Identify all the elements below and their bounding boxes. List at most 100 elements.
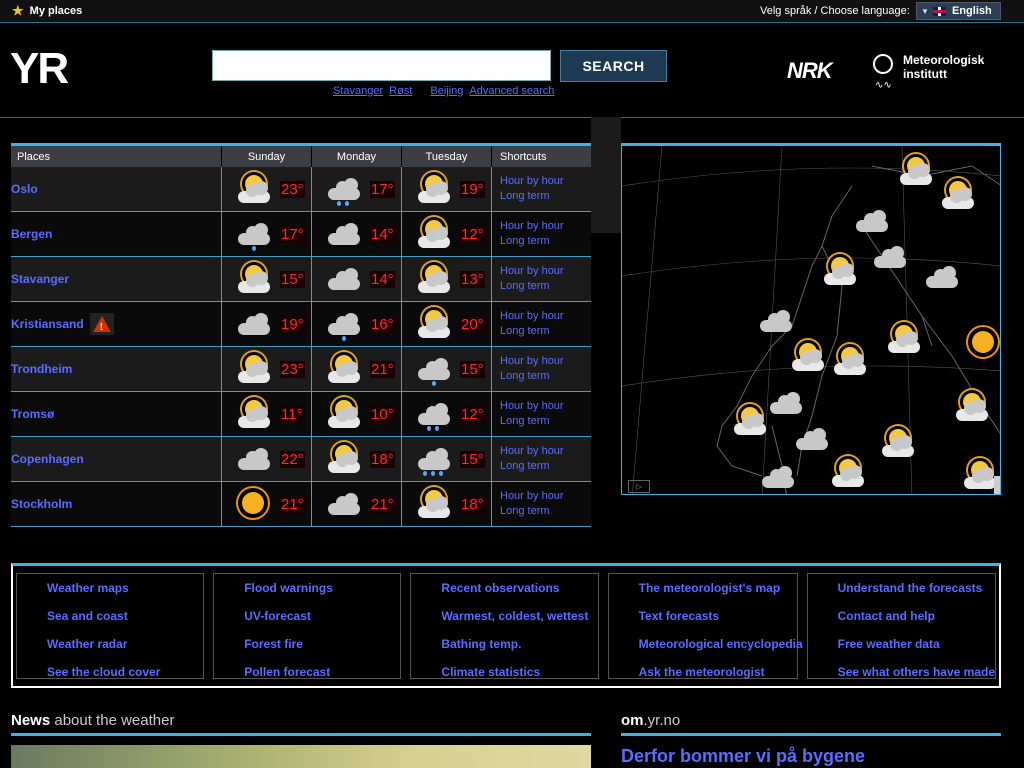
day-cell[interactable]: 14° <box>311 212 401 256</box>
nrk-logo[interactable]: NRK <box>787 58 833 84</box>
nav-link[interactable]: UV-forecast <box>244 608 400 625</box>
day-cell[interactable]: 14° <box>311 257 401 301</box>
play-icon[interactable]: ▷ <box>628 480 650 493</box>
map-weather-marker[interactable] <box>886 322 922 356</box>
day-cell[interactable]: 17° <box>221 212 311 256</box>
map-weather-marker[interactable] <box>898 154 934 188</box>
day-cell[interactable]: 19° <box>401 167 491 211</box>
map-weather-marker[interactable] <box>760 460 796 494</box>
nav-link[interactable]: See what others have made <box>838 664 995 681</box>
day-cell[interactable]: 10° <box>311 392 401 436</box>
search-input[interactable] <box>212 50 551 81</box>
day-cell[interactable]: 20° <box>401 302 491 346</box>
quick-link-stavanger[interactable]: Stavanger <box>333 85 383 97</box>
day-cell[interactable]: 21° <box>311 347 401 391</box>
day-cell[interactable]: 22° <box>221 437 311 481</box>
long-term-link[interactable]: Long term <box>500 279 591 294</box>
nav-link[interactable]: Recent observations <box>441 580 597 597</box>
map-weather-marker[interactable] <box>940 178 976 212</box>
map-weather-marker[interactable] <box>794 422 830 456</box>
hour-by-hour-link[interactable]: Hour by hour <box>500 444 591 459</box>
place-link[interactable]: Bergen <box>11 227 52 241</box>
place-link[interactable]: Oslo <box>11 182 38 196</box>
day-cell[interactable]: 15° <box>401 347 491 391</box>
nav-link[interactable]: Bathing temp. <box>441 636 597 653</box>
map-weather-marker[interactable] <box>732 404 768 438</box>
news-image[interactable] <box>11 745 591 768</box>
nav-link[interactable]: Meteorological encyclopedia <box>639 636 803 653</box>
nav-link[interactable]: Understand the forecasts <box>838 580 995 597</box>
my-places-link[interactable]: ★ My places <box>12 4 82 17</box>
nav-link[interactable]: Warmest, coldest, wettest <box>441 608 597 625</box>
hour-by-hour-link[interactable]: Hour by hour <box>500 174 591 189</box>
day-cell[interactable]: 15° <box>401 437 491 481</box>
day-cell[interactable]: 17° <box>311 167 401 211</box>
day-cell[interactable]: 13° <box>401 257 491 301</box>
long-term-link[interactable]: Long term <box>500 459 591 474</box>
day-cell[interactable]: 21° <box>311 482 401 526</box>
map-weather-marker[interactable] <box>880 426 916 460</box>
nav-link[interactable]: Text forecasts <box>639 608 797 625</box>
day-cell[interactable]: 19° <box>221 302 311 346</box>
nav-link[interactable]: Flood warnings <box>244 580 400 597</box>
map-weather-marker[interactable] <box>768 386 804 420</box>
map-weather-marker[interactable] <box>758 304 794 338</box>
map-scrollbar[interactable] <box>994 476 1000 494</box>
place-link[interactable]: Copenhagen <box>11 452 84 466</box>
nav-link[interactable]: See the cloud cover <box>47 664 203 681</box>
yr-logo[interactable]: YR <box>10 46 69 92</box>
quick-link-rost[interactable]: Røst <box>389 85 412 97</box>
place-link[interactable]: Trondheim <box>11 362 72 376</box>
advanced-search-link[interactable]: Advanced search <box>469 85 554 97</box>
place-link[interactable]: Tromsø <box>11 407 54 421</box>
map-weather-marker[interactable] <box>854 204 890 238</box>
place-link[interactable]: Kristiansand <box>11 317 84 331</box>
hour-by-hour-link[interactable]: Hour by hour <box>500 354 591 369</box>
map-weather-marker[interactable] <box>966 326 1000 360</box>
nav-link[interactable]: Climate statistics <box>441 664 597 681</box>
map-weather-marker[interactable] <box>822 254 858 288</box>
met-institute-logo[interactable]: Meteorologisk institutt <box>873 53 984 81</box>
long-term-link[interactable]: Long term <box>500 414 591 429</box>
day-cell[interactable]: 21° <box>221 482 311 526</box>
day-cell[interactable]: 18° <box>401 482 491 526</box>
day-cell[interactable]: 23° <box>221 167 311 211</box>
om-headline-link[interactable]: Derfor bommer vi på bygene <box>621 746 865 767</box>
place-link[interactable]: Stockholm <box>11 497 72 511</box>
hour-by-hour-link[interactable]: Hour by hour <box>500 264 591 279</box>
nav-link[interactable]: Contact and help <box>838 608 995 625</box>
day-cell[interactable]: 11° <box>221 392 311 436</box>
warning-icon[interactable] <box>89 313 114 335</box>
day-cell[interactable]: 16° <box>311 302 401 346</box>
map-weather-marker[interactable] <box>790 340 826 374</box>
place-link[interactable]: Stavanger <box>11 272 69 286</box>
hour-by-hour-link[interactable]: Hour by hour <box>500 399 591 414</box>
day-cell[interactable]: 23° <box>221 347 311 391</box>
nav-link[interactable]: Forest fire <box>244 636 400 653</box>
nav-link[interactable]: Free weather data <box>838 636 995 653</box>
map-weather-marker[interactable] <box>830 456 866 490</box>
day-cell[interactable]: 15° <box>221 257 311 301</box>
language-select[interactable]: ▼ English <box>916 2 1001 20</box>
map-weather-marker[interactable] <box>832 344 868 378</box>
nav-link[interactable]: The meteorologist's map <box>639 580 797 597</box>
map-weather-marker[interactable] <box>924 260 960 294</box>
long-term-link[interactable]: Long term <box>500 189 591 204</box>
long-term-link[interactable]: Long term <box>500 369 591 384</box>
nav-link[interactable]: Weather maps <box>47 580 203 597</box>
weather-map[interactable]: ▷ <box>621 143 1001 495</box>
map-weather-marker[interactable] <box>962 458 998 492</box>
nav-link[interactable]: Sea and coast <box>47 608 203 625</box>
quick-link-beijing[interactable]: Beijing <box>430 85 463 97</box>
nav-link[interactable]: Weather radar <box>47 636 203 653</box>
nav-link[interactable]: Pollen forecast <box>244 664 400 681</box>
day-cell[interactable]: 12° <box>401 392 491 436</box>
hour-by-hour-link[interactable]: Hour by hour <box>500 489 591 504</box>
long-term-link[interactable]: Long term <box>500 504 591 519</box>
hour-by-hour-link[interactable]: Hour by hour <box>500 309 591 324</box>
nav-link[interactable]: Ask the meteorologist <box>639 664 797 681</box>
hour-by-hour-link[interactable]: Hour by hour <box>500 219 591 234</box>
map-weather-marker[interactable] <box>872 240 908 274</box>
long-term-link[interactable]: Long term <box>500 234 591 249</box>
day-cell[interactable]: 18° <box>311 437 401 481</box>
